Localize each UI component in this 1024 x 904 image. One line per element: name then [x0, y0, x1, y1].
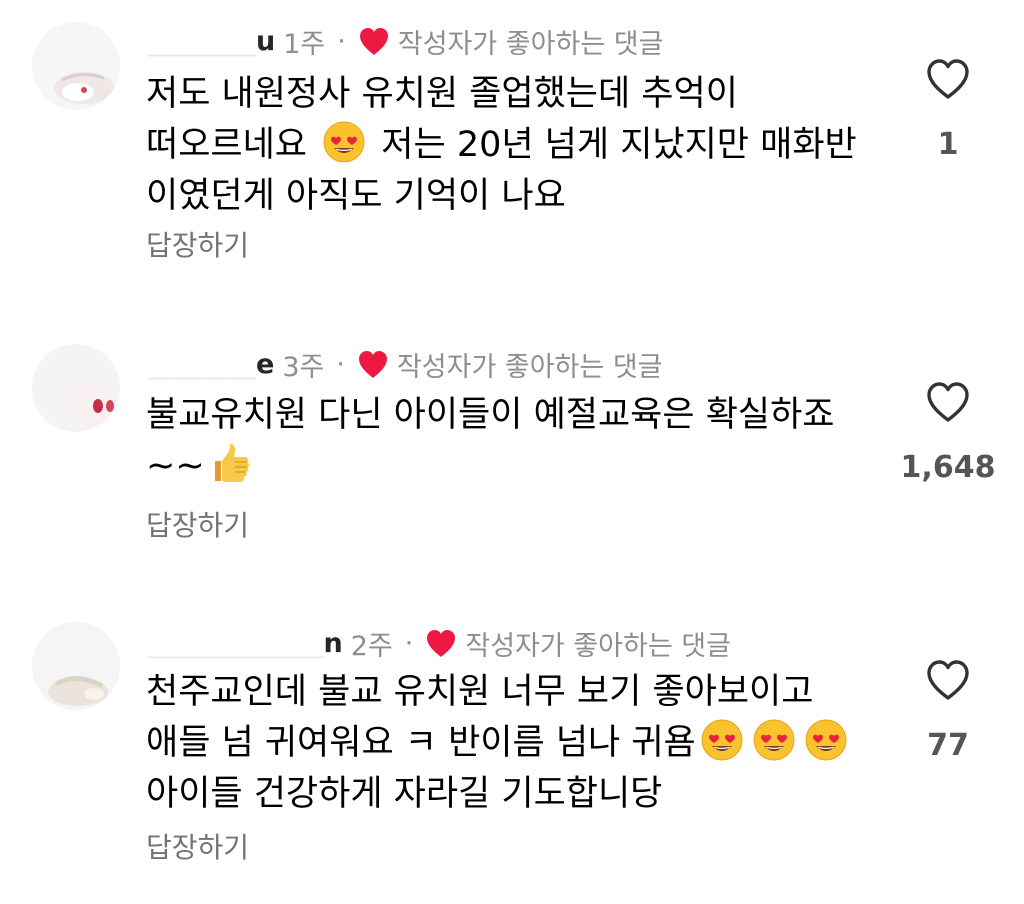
- like-area: 1: [900, 57, 996, 162]
- author-liked-label: 작성자가 좋아하는 댓글: [396, 351, 663, 383]
- like-count: 1: [937, 127, 959, 162]
- comment-text: 천주교인데 불교 유치원 너무 보기 좋아보이고 애들 넘 귀여워요 ㅋ 반이름…: [146, 667, 886, 820]
- comment-meta: ________u 1주 · 작성자가 좋아하는 댓글: [148, 21, 663, 61]
- comment-text: 불교유치원 다닌 아이들이 예절교육은 확실하죠 ~~: [146, 390, 866, 492]
- comment-time: 1주: [283, 28, 326, 60]
- separator: ·: [336, 348, 345, 380]
- comment-text-part: 아이들 건강하게 자라길 기도합니당: [146, 774, 663, 814]
- comment-time: 3주: [282, 351, 325, 383]
- author-liked-label: 작성자가 좋아하는 댓글: [465, 630, 731, 662]
- separator: ·: [404, 627, 414, 659]
- heart-eyes-emoji: [752, 718, 796, 762]
- heart-filled-icon: [357, 349, 389, 379]
- reply-button[interactable]: 답장하기: [146, 826, 249, 866]
- avatar-image: [32, 22, 120, 110]
- heart-outline-icon[interactable]: [924, 57, 972, 101]
- avatar-image: [32, 344, 120, 432]
- heart-outline-icon[interactable]: [924, 380, 972, 424]
- comment-text: 저도 내원정사 유치원 졸업했는데 추억이 떠오르네요 저는 20년 넘게 지났…: [146, 69, 886, 222]
- username[interactable]: _____________n: [148, 628, 343, 659]
- heart-eyes-emoji: [804, 718, 848, 762]
- comment-meta: _____________n 2주 · 작성자가 좋아하는 댓글: [148, 623, 731, 663]
- heart-outline-icon[interactable]: [924, 658, 972, 702]
- author-liked-label: 작성자가 좋아하는 댓글: [397, 28, 664, 60]
- heart-eyes-emoji: [700, 718, 744, 762]
- avatar[interactable]: [32, 22, 120, 110]
- avatar[interactable]: [32, 622, 120, 710]
- like-count: 77: [927, 728, 969, 763]
- username[interactable]: ________u: [148, 26, 275, 57]
- avatar[interactable]: [32, 344, 120, 432]
- heart-filled-icon: [358, 26, 390, 56]
- avatar-image: [32, 622, 120, 710]
- separator: ·: [337, 25, 346, 57]
- heart-eyes-emoji: [322, 120, 366, 164]
- heart-filled-icon: [425, 628, 457, 658]
- comment-time: 2주: [350, 630, 393, 662]
- comment-meta: ________e 3주 · 작성자가 좋아하는 댓글: [148, 344, 663, 384]
- like-count: 1,648: [900, 450, 996, 485]
- like-area: 1,648: [890, 380, 1006, 485]
- reply-button[interactable]: 답장하기: [146, 224, 249, 264]
- reply-button[interactable]: 답장하기: [146, 504, 249, 544]
- username[interactable]: ________e: [148, 349, 274, 380]
- like-area: 77: [900, 658, 996, 763]
- thumbs-up-emoji: [209, 441, 253, 485]
